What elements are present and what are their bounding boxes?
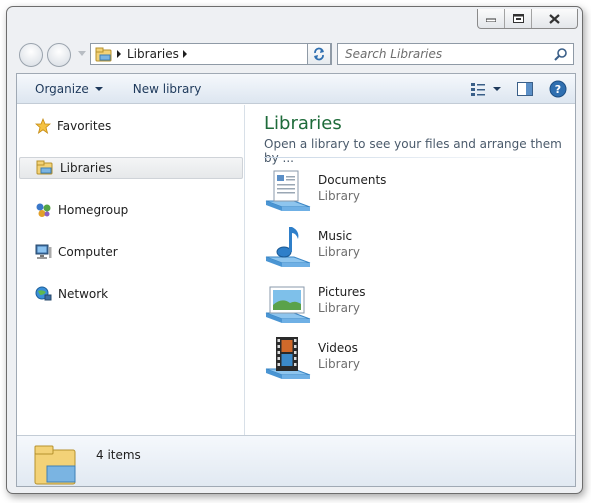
divider xyxy=(264,157,561,158)
page-title: Libraries xyxy=(264,113,342,134)
library-type: Library xyxy=(318,357,360,371)
nav-item-network[interactable]: Network xyxy=(19,283,243,305)
search-icon[interactable] xyxy=(554,47,568,61)
organize-button[interactable]: Organize xyxy=(17,74,113,103)
forward-button[interactable] xyxy=(47,43,71,67)
view-options-icon xyxy=(471,83,501,96)
refresh-button[interactable] xyxy=(307,43,331,65)
search-input[interactable]: Search Libraries xyxy=(345,47,442,61)
library-name: Videos xyxy=(318,341,358,355)
explorer-frame: Organize New library ? Favorites Librari… xyxy=(16,73,576,487)
navigation-bar: Libraries Search Libraries xyxy=(17,41,574,67)
library-name: Documents xyxy=(318,173,387,187)
search-box[interactable]: Search Libraries xyxy=(337,43,574,65)
nav-item-favorites[interactable]: Favorites xyxy=(19,115,243,137)
library-type: Library xyxy=(318,245,360,259)
computer-icon xyxy=(35,244,52,259)
library-item-documents[interactable]: Documents Library xyxy=(264,167,524,217)
preview-pane-button[interactable] xyxy=(517,78,533,100)
command-bar: Organize New library ? xyxy=(17,74,575,104)
libraries-icon xyxy=(34,445,76,485)
toolbar-right: ? xyxy=(471,78,567,100)
maximize-button[interactable] xyxy=(505,9,532,28)
svg-text:?: ? xyxy=(555,83,561,96)
chevron-down-icon xyxy=(94,86,103,91)
new-library-label: New library xyxy=(132,81,202,96)
preview-pane-icon xyxy=(517,82,533,96)
documents-icon xyxy=(265,170,311,211)
nav-item-label: Libraries xyxy=(60,161,112,175)
content-pane: Libraries Open a library to see your fil… xyxy=(246,105,575,435)
nav-item-label: Homegroup xyxy=(58,203,129,217)
nav-item-label: Favorites xyxy=(57,119,112,133)
library-type: Library xyxy=(318,189,360,203)
homegroup-icon xyxy=(36,203,51,217)
minimize-button[interactable] xyxy=(478,9,505,28)
maximize-icon xyxy=(512,14,524,23)
recent-pages-dropdown[interactable] xyxy=(78,51,86,56)
address-bar[interactable]: Libraries xyxy=(90,43,332,65)
nav-item-libraries[interactable]: Libraries xyxy=(19,157,243,179)
new-library-button[interactable]: New library xyxy=(113,74,212,103)
library-name: Pictures xyxy=(318,285,366,299)
libraries-icon xyxy=(95,47,112,61)
nav-item-computer[interactable]: Computer xyxy=(19,241,243,263)
navigation-pane: Favorites Libraries Homegroup Computer N… xyxy=(17,105,245,435)
item-count: 4 items xyxy=(96,448,141,462)
minimize-icon xyxy=(486,18,496,22)
back-button[interactable] xyxy=(19,43,43,67)
change-view-button[interactable] xyxy=(471,78,501,100)
libraries-icon xyxy=(36,160,53,175)
music-icon xyxy=(265,227,311,267)
page-subtitle: Open a library to see your files and arr… xyxy=(264,137,562,165)
help-icon: ? xyxy=(549,80,567,98)
breadcrumb-separator[interactable] xyxy=(117,50,121,58)
nav-item-homegroup[interactable]: Homegroup xyxy=(19,199,243,221)
network-icon xyxy=(35,286,52,301)
library-item-music[interactable]: Music Library xyxy=(264,223,524,273)
pictures-icon xyxy=(265,286,311,323)
breadcrumb-libraries[interactable]: Libraries xyxy=(127,47,179,61)
library-item-videos[interactable]: Videos Library xyxy=(264,335,524,385)
help-button[interactable]: ? xyxy=(549,78,567,100)
close-icon xyxy=(549,13,560,24)
explorer-window: Libraries Search Libraries Organize New … xyxy=(6,6,583,494)
library-item-pictures[interactable]: Pictures Library xyxy=(264,279,524,329)
videos-icon xyxy=(265,337,311,379)
caption-buttons xyxy=(477,9,578,29)
nav-item-label: Network xyxy=(58,287,109,301)
close-button[interactable] xyxy=(532,9,577,28)
nav-item-label: Computer xyxy=(58,245,118,259)
library-type: Library xyxy=(318,301,360,315)
star-icon xyxy=(35,118,51,134)
library-name: Music xyxy=(318,229,353,243)
organize-label: Organize xyxy=(35,81,89,96)
refresh-icon xyxy=(314,47,324,61)
breadcrumb-separator[interactable] xyxy=(182,50,187,58)
details-pane: 4 items xyxy=(17,435,575,486)
